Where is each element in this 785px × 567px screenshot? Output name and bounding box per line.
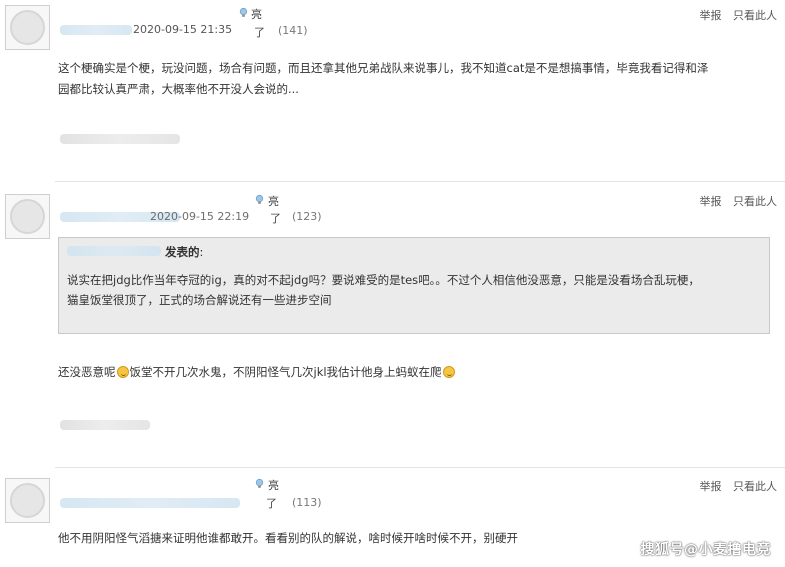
emoji-icon <box>116 366 129 378</box>
quote-text-line: 说实在把jdg比作当年夺冠的ig，真的对不起jdg吗？要说难受的是tes吧。。不… <box>67 273 700 287</box>
comment-1: 2020-09-15 21:35 亮 了 (141) 举报 只看此人 这个梗确实… <box>0 0 785 181</box>
quote-colon: : <box>199 245 204 259</box>
quoted-reply: 发表的: 说实在把jdg比作当年夺冠的ig，真的对不起jdg吗？要说难受的是te… <box>58 237 770 334</box>
comment-text-part: 饭堂不开几次水鬼，不阴阳怪气几次jkl我估计他身上蚂蚁在爬 <box>129 365 442 379</box>
comment-text: 他不用阴阳怪气滔搪来证明他谁都敢开。看看别的队的解说，啥时候开啥时候不开，别硬开 <box>58 528 618 549</box>
avatar[interactable] <box>5 478 50 523</box>
liang-label[interactable]: 亮 <box>268 477 279 493</box>
like-count: (141) <box>278 24 308 37</box>
comment-actions: 举报 只看此人 <box>692 478 778 494</box>
liang-suffix: 了 <box>270 212 281 225</box>
only-view-button[interactable]: 只看此人 <box>733 195 777 208</box>
username-blurred[interactable] <box>60 25 132 35</box>
only-view-button[interactable]: 只看此人 <box>733 480 777 493</box>
report-button[interactable]: 举报 <box>700 195 722 208</box>
quote-author-text: 发表的 <box>165 245 200 259</box>
comment-text: 这个梗确实是个梗，玩没问题，场合有问题，而且还拿其他兄弟战队来说事儿，我不知道c… <box>58 58 778 100</box>
comment-text-line: 园都比较认真严肃，大概率他不开没人会说的... <box>58 82 299 96</box>
lightbulb-icon[interactable] <box>238 7 249 18</box>
liang-label[interactable]: 亮 <box>268 193 279 209</box>
avatar[interactable] <box>5 5 50 50</box>
quote-author-blurred[interactable] <box>67 246 161 256</box>
liang-suffix: 了 <box>254 26 265 39</box>
source-watermark: 搜狐号@小麦撸电竞 <box>640 542 771 558</box>
liang-label[interactable]: 亮 <box>251 6 262 22</box>
avatar[interactable] <box>5 194 50 239</box>
comment-text-line: 这个梗确实是个梗，玩没问题，场合有问题，而且还拿其他兄弟战队来说事儿，我不知道c… <box>58 61 709 75</box>
reply-placeholder-blurred <box>60 134 180 144</box>
only-view-button[interactable]: 只看此人 <box>733 9 777 22</box>
comment-timestamp: 2020-09-15 22:19 <box>150 210 250 223</box>
quote-text-line: 猫皇饭堂很顶了，正式的场合解说还有一些进步空间 <box>67 293 332 307</box>
report-button[interactable]: 举报 <box>700 9 722 22</box>
comment-actions: 举报 只看此人 <box>692 193 778 209</box>
reply-placeholder-blurred <box>60 420 150 430</box>
like-count: (123) <box>292 210 322 223</box>
quote-text: 说实在把jdg比作当年夺冠的ig，真的对不起jdg吗？要说难受的是tes吧。。不… <box>67 270 767 310</box>
liang-suffix: 了 <box>266 497 277 510</box>
lightbulb-icon[interactable] <box>254 478 265 489</box>
username-blurred[interactable] <box>60 498 240 508</box>
comment-actions: 举报 只看此人 <box>692 7 778 23</box>
emoji-icon <box>442 366 455 378</box>
comment-2: 2020-09-15 22:19 亮 了 (123) 举报 只看此人 发表的: … <box>0 182 785 467</box>
comment-text-part: 还没恶意呢 <box>58 365 116 379</box>
comment-text: 还没恶意呢 饭堂不开几次水鬼，不阴阳怪气几次jkl我估计他身上蚂蚁在爬 <box>58 362 758 383</box>
comment-timestamp: 2020-09-15 21:35 <box>133 23 233 36</box>
comment-text-line: 他不用阴阳怪气滔搪来证明他谁都敢开。看看别的队的解说，啥时候开啥时候不开，别硬开 <box>58 531 518 545</box>
quote-author-label: 发表的: <box>165 244 203 260</box>
report-button[interactable]: 举报 <box>700 480 722 493</box>
lightbulb-icon[interactable] <box>254 194 265 205</box>
like-count: (113) <box>292 496 322 509</box>
